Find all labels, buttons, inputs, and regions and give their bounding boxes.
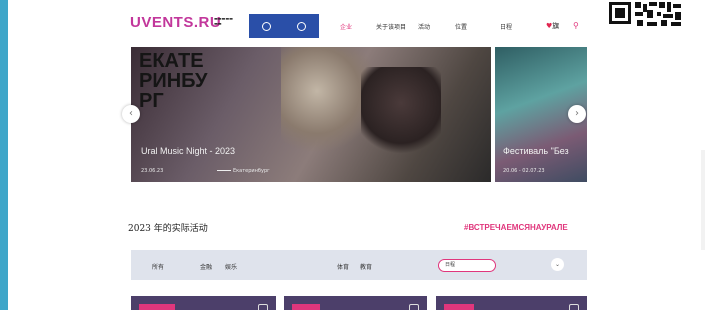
filter-education[interactable]: 教育 <box>360 262 372 271</box>
slide-title-next: Фестиваль "Без <box>503 146 569 156</box>
guitarist-figure <box>361 67 441 157</box>
nav-item-business[interactable]: 企业 <box>340 22 352 31</box>
bookmark-icon[interactable] <box>409 304 419 310</box>
event-card[interactable] <box>284 296 427 310</box>
slide-date-next: 20.06 - 02.07.23 <box>503 168 545 174</box>
event-card[interactable] <box>131 296 276 310</box>
date-filter-input[interactable]: 日程 <box>438 259 496 272</box>
card-category-badge <box>139 304 175 310</box>
slider-next-button[interactable]: › <box>568 105 586 123</box>
filter-entertainment[interactable]: 娱乐 <box>225 262 237 271</box>
slide-title: Ural Music Night - 2023 <box>141 146 236 156</box>
search-icon[interactable]: ⚲ <box>573 21 579 30</box>
bookmark-icon[interactable] <box>258 304 268 310</box>
filter-bar: 所有 金融 娱乐 体育 教育 日程 ⌄ <box>131 250 587 280</box>
bookmark-icon[interactable] <box>569 304 579 310</box>
slide-location: Екатеринбург <box>217 168 270 174</box>
nav-item-schedule[interactable]: 日程 <box>500 22 512 31</box>
filter-sport[interactable]: 体育 <box>337 262 349 271</box>
card-category-badge <box>292 304 320 310</box>
page: UVENTS.RU ▬▬▬▬▬ ▬▬ 企业 关于该项目 活动 位置 日程 ♥旗 ⚲ <box>8 0 705 310</box>
favorites-button[interactable]: ♥旗 <box>546 21 559 31</box>
card-category-badge <box>444 304 474 310</box>
site-header: UVENTS.RU ▬▬▬▬▬ ▬▬ 企业 关于该项目 活动 位置 日程 ♥旗 ⚲ <box>8 0 705 52</box>
site-logo[interactable]: UVENTS.RU <box>130 14 221 31</box>
qr-code-icon <box>605 0 695 30</box>
filter-finance[interactable]: 金融 <box>200 262 212 271</box>
scrollbar[interactable] <box>701 150 705 250</box>
slide-date: 23.06.23 <box>141 168 164 174</box>
performer-figure <box>281 47 371 157</box>
partner-banner[interactable] <box>249 14 319 38</box>
partner-logo-icon-2 <box>297 21 306 31</box>
event-slide[interactable]: ЕКАТЕРИНБУРГ Ural Music Night - 2023 23.… <box>131 47 491 182</box>
nav-item-about[interactable]: 关于该项目 <box>376 22 406 31</box>
filter-all[interactable]: 所有 <box>152 262 164 271</box>
logo-tagline: ▬▬▬▬▬ ▬▬ <box>214 16 233 26</box>
slider-prev-button[interactable]: ‹ <box>122 105 140 123</box>
nav-item-events[interactable]: 活动 <box>418 22 430 31</box>
nav-item-places[interactable]: 位置 <box>455 22 467 31</box>
section-title: 2023 年的实际活动 <box>128 224 208 234</box>
partner-logo-icon <box>262 21 271 31</box>
slide-banner-text: ЕКАТЕРИНБУРГ <box>139 50 208 112</box>
hashtag: #ВСТРЕЧАЕМСЯНАУРАЛЕ <box>464 223 568 232</box>
event-card[interactable] <box>436 296 587 310</box>
chevron-down-icon[interactable]: ⌄ <box>551 258 564 271</box>
